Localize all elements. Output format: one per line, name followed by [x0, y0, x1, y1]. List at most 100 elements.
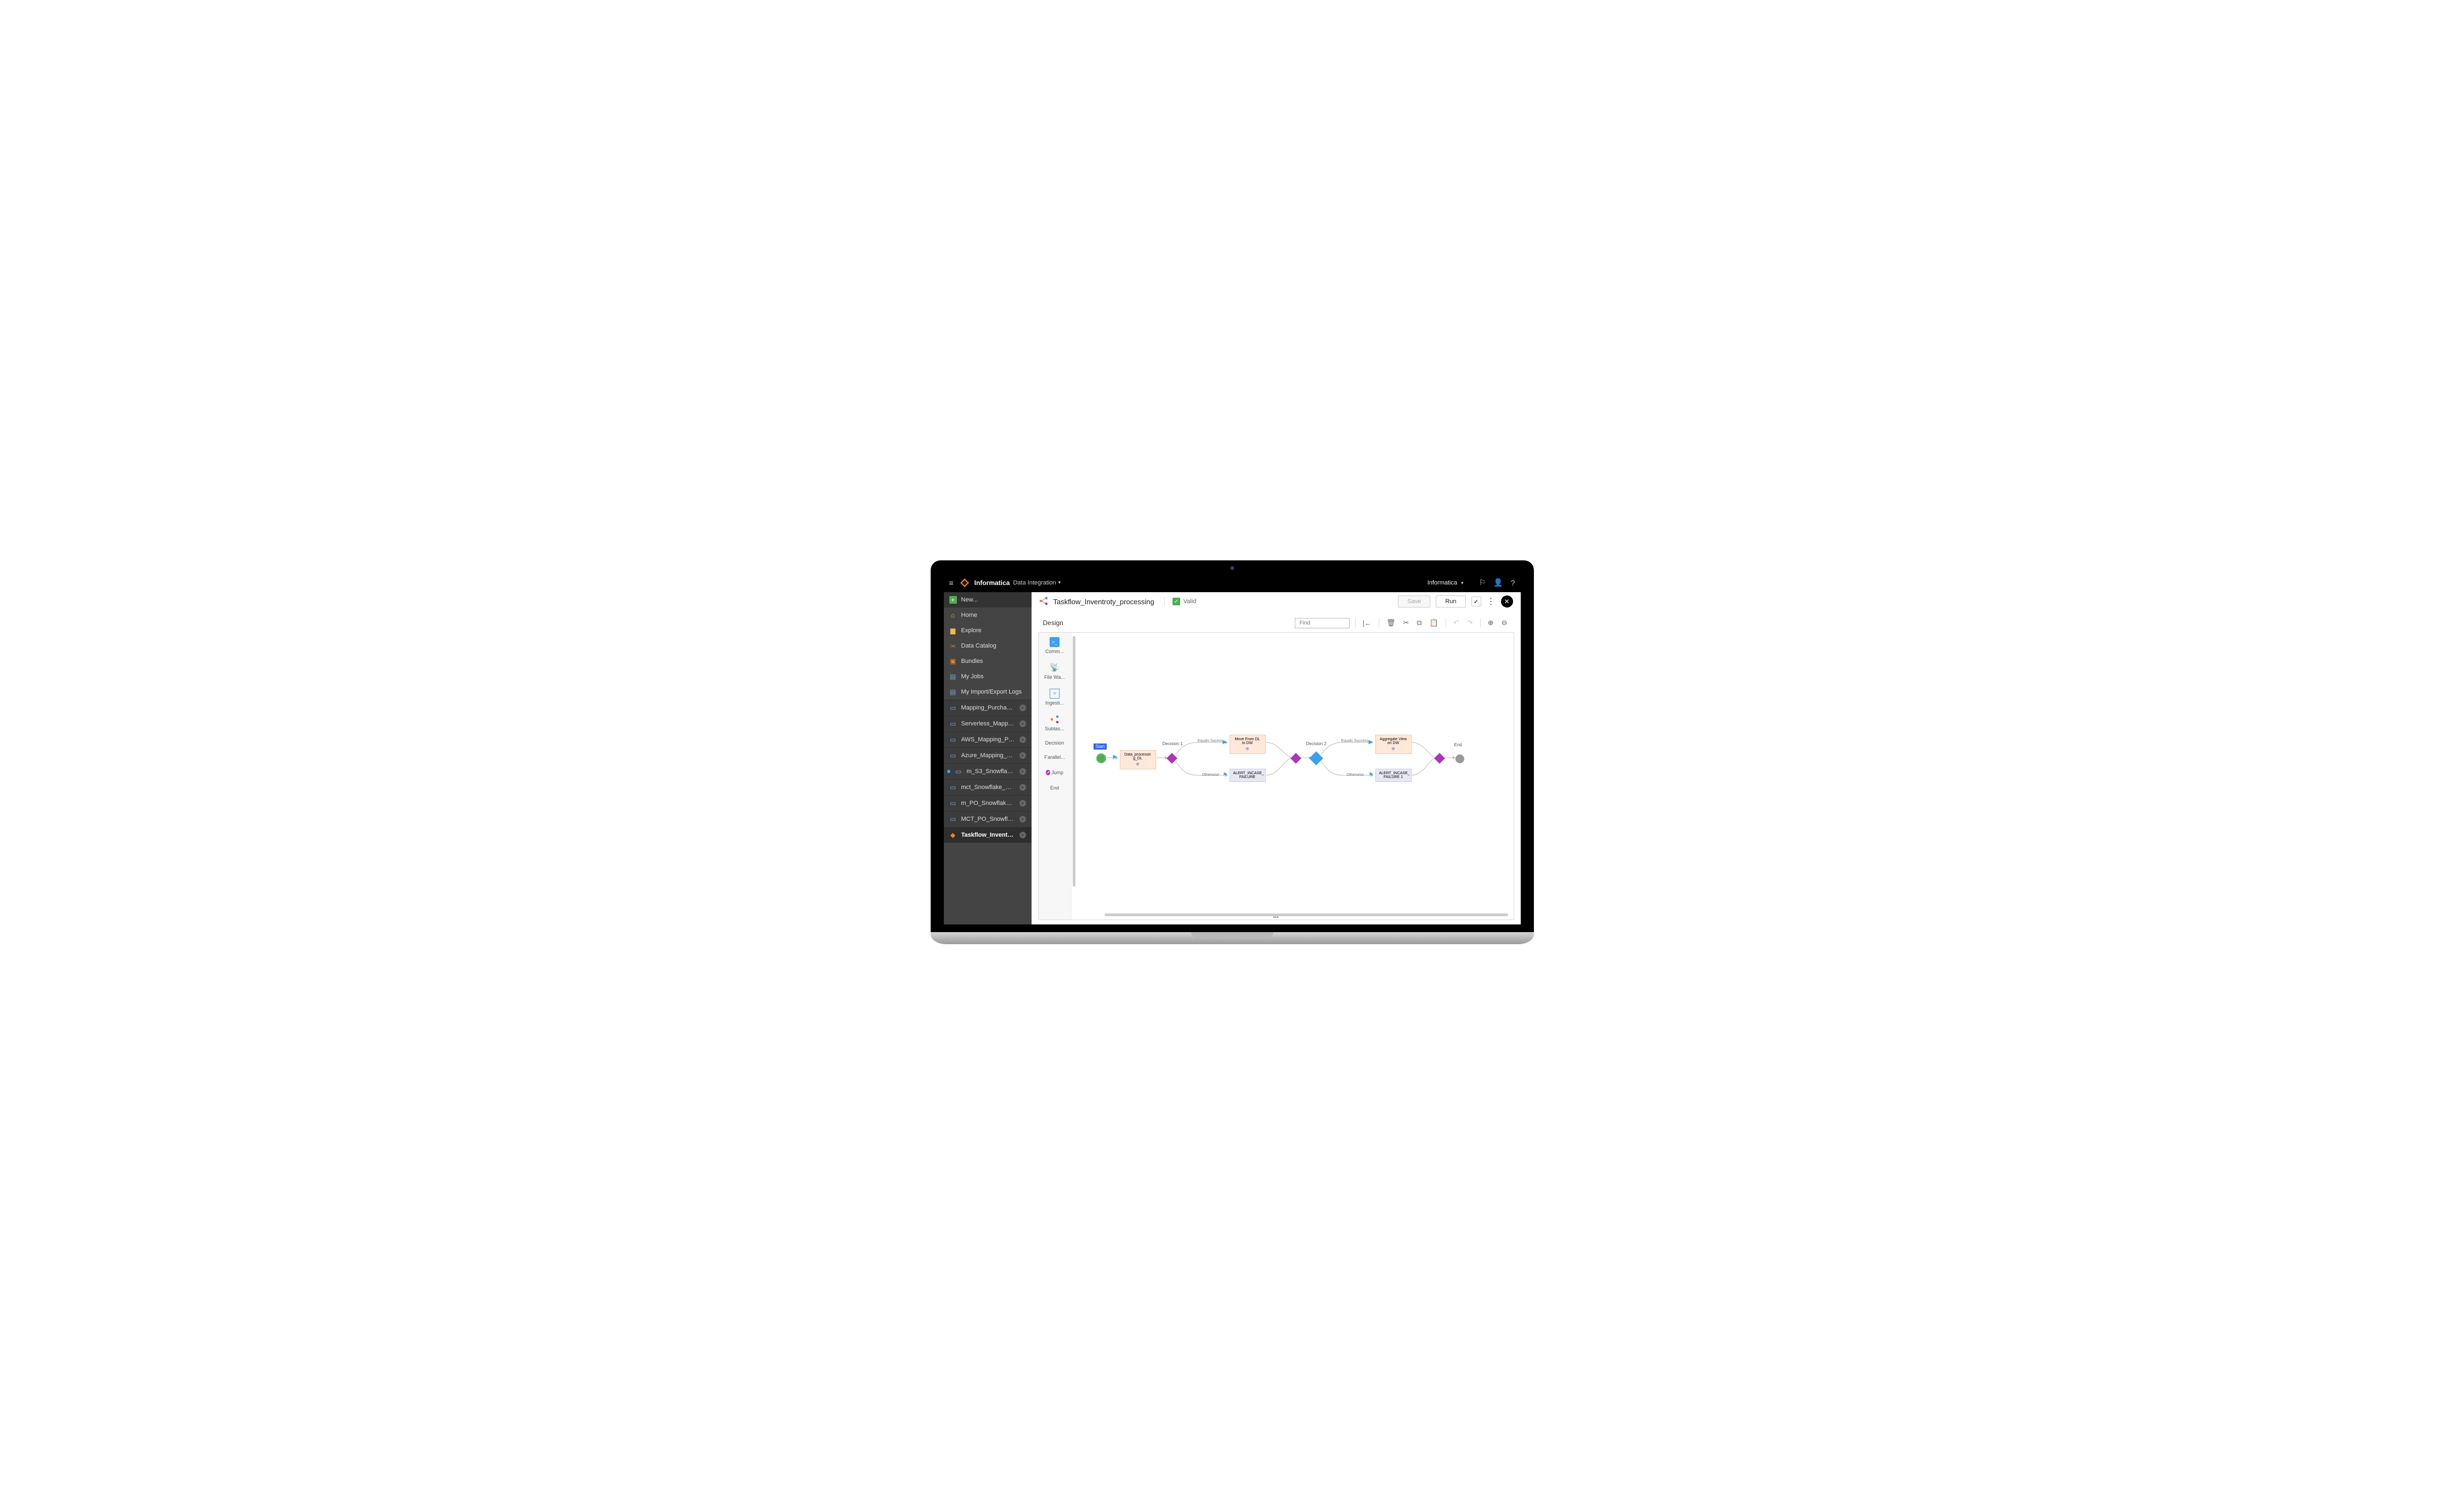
- expand-icon[interactable]: ⊕: [1233, 746, 1262, 751]
- laptop-base: [931, 932, 1534, 944]
- alert-node[interactable]: ALERT_INCASE_ FAILURE: [1230, 769, 1266, 782]
- palette-filewait[interactable]: 📡 File Wa...: [1039, 659, 1071, 684]
- task-aggregate[interactable]: Aggregate View on DW ⊕: [1375, 735, 1412, 754]
- mapping-icon: ▭: [955, 768, 962, 775]
- redo-icon[interactable]: ↷: [1465, 618, 1475, 627]
- mapping-icon: ▭: [949, 799, 957, 807]
- help-icon[interactable]: ?: [1511, 578, 1515, 587]
- paste-icon[interactable]: 📋: [1428, 618, 1440, 627]
- scrollbar-horizontal[interactable]: [1104, 913, 1508, 916]
- sidebar-tab[interactable]: ▭ AWS_Mapping_Pu... ×: [944, 731, 1032, 747]
- collapse-icon[interactable]: |←: [1361, 619, 1373, 627]
- branch-label: Otherwise: [1347, 773, 1364, 777]
- expand-icon[interactable]: ⊕: [1379, 746, 1408, 751]
- design-toolbar: Design |← 🗑 ✂ ⧉ 📋 ↶ ↷ ⊕: [1038, 614, 1514, 632]
- topbar: ≡ Informatica Data Integration ▾ Informa…: [944, 574, 1521, 592]
- sidebar-item-explore[interactable]: ▆ Explore: [944, 623, 1032, 638]
- close-icon[interactable]: ×: [1019, 784, 1026, 791]
- canvas[interactable]: Start ▶ Data_processin g_DL ⊕ Decision 1…: [1072, 633, 1514, 920]
- save-button[interactable]: Save: [1398, 595, 1430, 608]
- close-icon[interactable]: ×: [1019, 816, 1026, 822]
- palette-ingest[interactable]: » Ingesti...: [1039, 684, 1071, 710]
- main: Taskflow_Inventroty_processing ✓ Valid S…: [1032, 592, 1521, 924]
- close-icon[interactable]: ×: [1019, 752, 1026, 759]
- decision-node[interactable]: [1166, 753, 1177, 764]
- bundles-icon: ▣: [949, 657, 957, 665]
- kebab-icon[interactable]: ⋮: [1487, 596, 1496, 607]
- sidebar-tab[interactable]: ▭ m_S3_Snowflake_... ×: [944, 763, 1032, 779]
- close-icon[interactable]: ×: [1019, 800, 1026, 807]
- menu-icon[interactable]: ≡: [949, 578, 954, 587]
- decision-node-selected[interactable]: [1309, 751, 1323, 765]
- mapping-icon: ▭: [949, 736, 957, 744]
- flag-icon: ⚑: [1223, 772, 1229, 778]
- valid-badge: ✓ Valid: [1164, 598, 1197, 605]
- palette-parallel[interactable]: Parallel...: [1039, 750, 1071, 764]
- close-icon[interactable]: ×: [1019, 720, 1026, 727]
- zoom-in-icon[interactable]: ⊕: [1486, 618, 1496, 627]
- mapping-icon: ▭: [949, 704, 957, 712]
- task-move-dw[interactable]: Move From DL to DW ⊕: [1230, 735, 1266, 754]
- close-icon[interactable]: ×: [1019, 705, 1026, 711]
- taskflow-icon: ◆: [949, 831, 957, 839]
- task-data-processing[interactable]: Data_processin g_DL ⊕: [1120, 750, 1156, 769]
- alert-node[interactable]: ALERT_INCASE_ FAILURE 1: [1375, 769, 1412, 782]
- taskflow-icon: [1039, 597, 1048, 607]
- mapping-icon: ▭: [949, 752, 957, 759]
- sidebar-tab[interactable]: ▭ MCT_PO_Snowflak... ×: [944, 811, 1032, 827]
- expand-icon[interactable]: ⊕: [1124, 762, 1152, 767]
- palette-command[interactable]: >_ Comm...: [1039, 633, 1071, 659]
- sidebar-item-bundles[interactable]: ▣ Bundles: [944, 654, 1032, 669]
- sidebar-tab[interactable]: ▭ Serverless_Mappin... ×: [944, 716, 1032, 731]
- flag-icon[interactable]: ⚐: [1479, 578, 1486, 587]
- find-input[interactable]: [1295, 618, 1350, 628]
- titlebar: Taskflow_Inventroty_processing ✓ Valid S…: [1032, 592, 1521, 612]
- taskflow-title: Taskflow_Inventroty_processing: [1053, 598, 1154, 606]
- start-label: Start: [1094, 744, 1107, 750]
- chevron-down-icon[interactable]: ▾: [1058, 580, 1061, 586]
- merge-node[interactable]: [1434, 753, 1445, 764]
- sidebar-tab[interactable]: ▭ m_PO_Snowflake_... ×: [944, 795, 1032, 811]
- jobs-icon: ▤: [949, 673, 957, 680]
- sidebar-tab[interactable]: ▭ mct_Snowflake_Ad... ×: [944, 779, 1032, 795]
- sidebar-tab[interactable]: ▭ Azure_Mapping_P... ×: [944, 747, 1032, 763]
- zoom-out-icon[interactable]: ⊖: [1500, 618, 1509, 627]
- palette-end[interactable]: End: [1039, 781, 1071, 795]
- close-icon[interactable]: ✕: [1501, 595, 1513, 608]
- start-node[interactable]: [1096, 753, 1106, 763]
- sidebar-item-home[interactable]: ⌂ Home: [944, 608, 1032, 623]
- palette: >_ Comm... 📡 File Wa... » Ingesti...: [1039, 633, 1072, 920]
- trash-icon[interactable]: 🗑: [1385, 618, 1397, 627]
- palette-decision[interactable]: Decision: [1039, 736, 1071, 750]
- copy-icon[interactable]: ⧉: [1415, 618, 1423, 627]
- sidebar-item-jobs[interactable]: ▤ My Jobs: [944, 669, 1032, 684]
- flag-icon: ▶: [1223, 739, 1229, 745]
- close-icon[interactable]: ×: [1019, 832, 1026, 838]
- brand-logo: [959, 577, 970, 588]
- sidebar-tab-active[interactable]: ◆ Taskflow_Inventrot... ×: [944, 827, 1032, 843]
- end-node[interactable]: [1455, 754, 1464, 763]
- branch-label: Otherwise: [1202, 773, 1220, 777]
- sidebar-item-catalog[interactable]: ⫘ Data Catalog: [944, 638, 1032, 654]
- sidebar-new[interactable]: + New...: [944, 592, 1032, 608]
- merge-node[interactable]: [1290, 753, 1301, 764]
- sidebar-item-logs[interactable]: ▤ My Import/Export Logs: [944, 684, 1032, 700]
- undo-icon[interactable]: ↶: [1452, 618, 1461, 627]
- mapping-icon: ▭: [949, 720, 957, 728]
- module-label[interactable]: Data Integration: [1013, 580, 1056, 586]
- cut-icon[interactable]: ✂: [1401, 618, 1411, 627]
- validate-icon[interactable]: ✓: [1471, 597, 1481, 606]
- resize-handle[interactable]: •••: [1273, 915, 1279, 920]
- close-icon[interactable]: ×: [1019, 768, 1026, 775]
- close-icon[interactable]: ×: [1019, 736, 1026, 743]
- command-icon: >_: [1050, 637, 1060, 647]
- scrollbar-vertical[interactable]: [1073, 636, 1075, 887]
- sidebar-tab[interactable]: ▭ Mapping_Purchase... ×: [944, 700, 1032, 716]
- run-button[interactable]: Run: [1436, 595, 1465, 608]
- user-icon[interactable]: 👤: [1493, 578, 1503, 587]
- tenant-dropdown[interactable]: Informatica ▾: [1428, 580, 1464, 586]
- palette-subtask[interactable]: Subtas...: [1039, 710, 1071, 736]
- flag-icon: ▶: [1369, 739, 1375, 745]
- mapping-icon: ▭: [949, 815, 957, 823]
- palette-jump[interactable]: ↗ Jump: [1039, 764, 1071, 781]
